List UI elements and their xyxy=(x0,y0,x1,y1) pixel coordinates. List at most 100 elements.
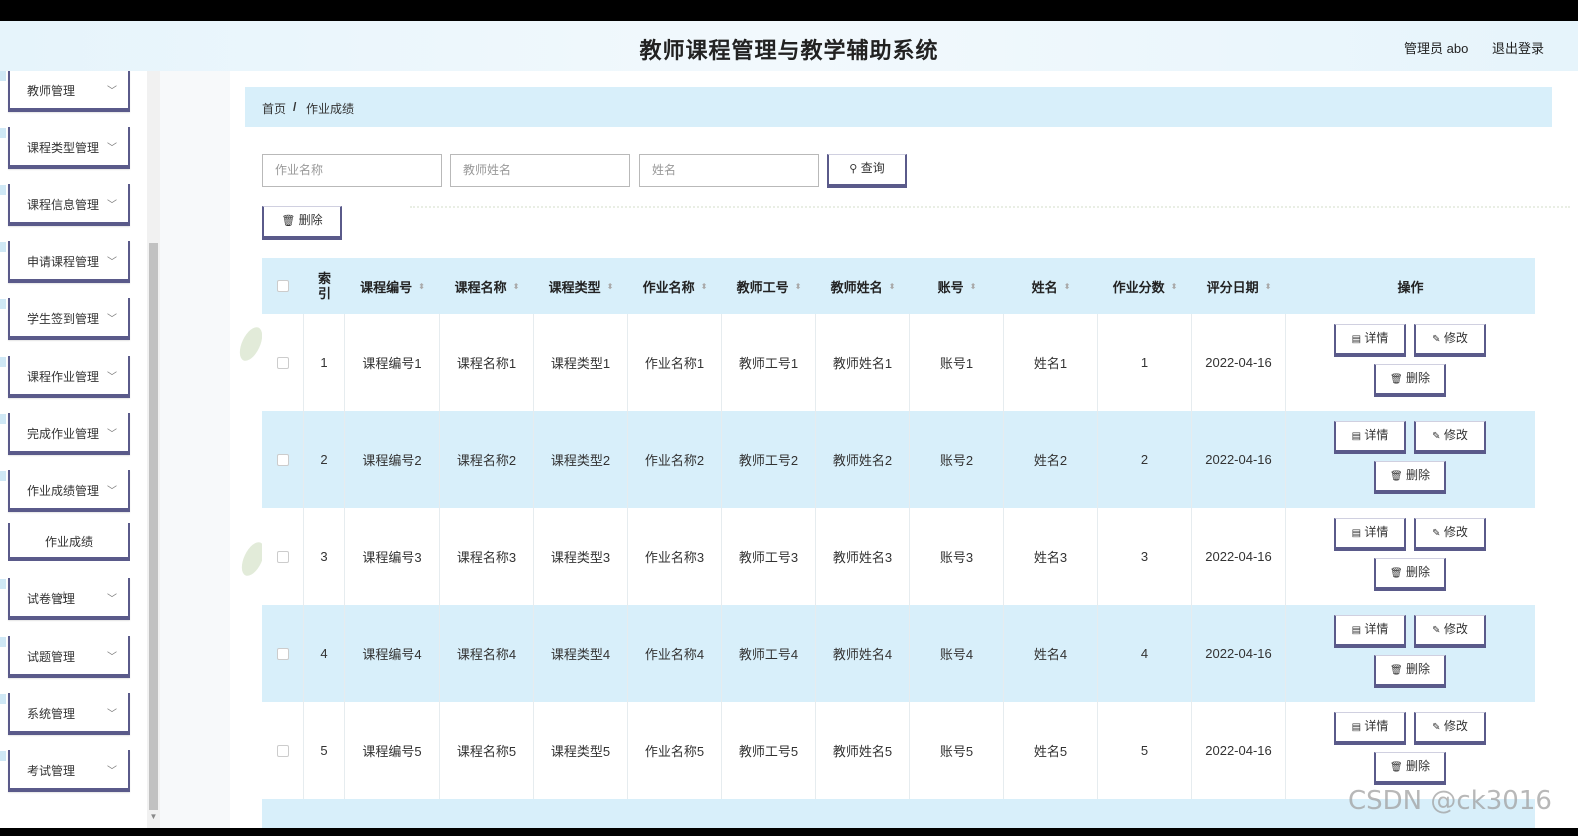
row-checkbox[interactable] xyxy=(276,647,289,660)
column-header-label: 索引 xyxy=(317,271,331,301)
checkbox[interactable] xyxy=(277,280,289,292)
logout-link[interactable]: 退出登录 xyxy=(1492,38,1544,57)
cell-course-no: 课程编号1 xyxy=(345,314,440,411)
sidebar-item-label: 试题管理 xyxy=(27,650,76,664)
sidebar-item-4[interactable]: 学生签到管理 ﹀ xyxy=(8,298,130,340)
cell-course-name: 课程名称5 xyxy=(440,702,534,799)
cell-teacher-no: 教师工号2 xyxy=(722,411,816,508)
student-name-input[interactable]: 姓名 xyxy=(639,154,819,187)
sidebar-item-label: 课程作业管理 xyxy=(27,370,100,384)
sidebar-subitem-label: 作业成绩 xyxy=(44,535,93,549)
row-checkbox-cell xyxy=(262,508,304,605)
edit-button-label: 修改 xyxy=(1443,428,1468,442)
column-header-label: 教师工号 xyxy=(736,279,789,295)
sidebar-accent xyxy=(0,637,6,647)
table-header: 索引 课程编号 ⬍ 课程名称 ⬍ 课程类型 ⬍ 作业名称 ⬍ 教师工号 ⬍ 教师姓名 ⬍ 账号 ⬍ 姓名 ⬍ 作业… xyxy=(262,258,1535,314)
sort-icon[interactable]: ⬍ xyxy=(1265,282,1272,291)
chevron-down-icon: ﹀ xyxy=(107,652,117,663)
sidebar-item-10[interactable]: 系统管理 ﹀ xyxy=(8,693,130,735)
sort-icon[interactable]: ⬍ xyxy=(1171,282,1178,291)
homework-name-input[interactable]: 作业名称 xyxy=(262,154,442,187)
sidebar-item-0[interactable]: 教师管理 ﹀ xyxy=(8,71,130,112)
sort-icon[interactable]: ⬍ xyxy=(607,282,614,291)
teacher-name-input[interactable]: 教师姓名 xyxy=(450,154,630,187)
detail-button[interactable]: ▤ 详情 xyxy=(1334,324,1406,357)
cell-date: 2022-04-16 xyxy=(1192,411,1286,508)
screen-top-border xyxy=(0,0,1578,21)
column-header-label: 作业名称 xyxy=(642,279,695,295)
pencil-icon: ✎ xyxy=(1432,528,1441,539)
sidebar-item-7[interactable]: 作业成绩管理 ﹀ xyxy=(8,470,130,512)
sidebar-subitem-homework-grade[interactable]: 作业成绩 xyxy=(8,523,130,561)
sidebar-item-9[interactable]: 试题管理 ﹀ xyxy=(8,636,130,678)
cell-course-name: 课程名称3 xyxy=(440,508,534,605)
sidebar-item-2[interactable]: 课程信息管理 ﹀ xyxy=(8,184,130,226)
detail-button[interactable]: ▤ 详情 xyxy=(1334,615,1406,648)
detail-button[interactable]: ▤ 详情 xyxy=(1334,518,1406,551)
edit-button[interactable]: ✎ 修改 xyxy=(1414,421,1486,454)
row-checkbox[interactable] xyxy=(276,453,289,466)
sort-icon[interactable]: ⬍ xyxy=(513,282,520,291)
delete-button[interactable]: 🗑 删除 xyxy=(1374,655,1446,688)
cell-account: 账号1 xyxy=(910,314,1004,411)
column-header-label: 操作 xyxy=(1397,279,1424,295)
cell-hw-name: 作业名称4 xyxy=(628,605,722,702)
breadcrumb: 首页 / 作业成绩 xyxy=(245,87,1552,127)
sidebar-item-6[interactable]: 完成作业管理 ﹀ xyxy=(8,413,130,455)
column-header: 课程编号 ⬍ xyxy=(345,258,440,314)
sidebar: 教师管理 ﹀ 课程类型管理 ﹀ 课程信息管理 ﹀ 申请课程管理 ﹀ 学生签到管理 ﹀ 课程作业管理 ﹀… xyxy=(0,71,160,828)
sidebar-item-8[interactable]: 试卷管理 ﹀ xyxy=(8,578,130,620)
sort-icon[interactable]: ⬍ xyxy=(701,282,708,291)
cell-index: 2 xyxy=(304,411,345,508)
cell-course-name: 课程名称1 xyxy=(440,314,534,411)
app-header: 教师课程管理与教学辅助系统 管理员 abo 退出登录 xyxy=(0,21,1578,71)
sidebar-item-label: 试卷管理 xyxy=(27,592,76,606)
delete-button[interactable]: 🗑 删除 xyxy=(1374,364,1446,397)
row-checkbox[interactable] xyxy=(276,550,289,563)
edit-button[interactable]: ✎ 修改 xyxy=(1414,518,1486,551)
delete-button[interactable]: 🗑 删除 xyxy=(1374,752,1446,785)
edit-button-label: 修改 xyxy=(1443,525,1468,539)
delete-button[interactable]: 🗑 删除 xyxy=(1374,558,1446,591)
edit-button[interactable]: ✎ 修改 xyxy=(1414,615,1486,648)
sort-icon[interactable]: ⬍ xyxy=(418,282,425,291)
sidebar-item-5[interactable]: 课程作业管理 ﹀ xyxy=(8,356,130,398)
scroll-down-arrow-icon[interactable]: ▼ xyxy=(149,812,158,824)
edit-button[interactable]: ✎ 修改 xyxy=(1414,712,1486,745)
query-button[interactable]: ⚲ 查询 xyxy=(827,154,907,188)
row-checkbox[interactable] xyxy=(276,744,289,757)
batch-delete-button[interactable]: 🗑 删除 xyxy=(262,206,342,240)
cell-teacher-no: 教师工号4 xyxy=(722,605,816,702)
sidebar-item-1[interactable]: 课程类型管理 ﹀ xyxy=(8,127,130,169)
sort-icon[interactable]: ⬍ xyxy=(1064,282,1071,291)
breadcrumb-home[interactable]: 首页 xyxy=(262,100,286,117)
edit-button[interactable]: ✎ 修改 xyxy=(1414,324,1486,357)
app-title: 教师课程管理与教学辅助系统 xyxy=(639,38,939,63)
select-all-checkbox[interactable] xyxy=(262,258,304,314)
sidebar-accent xyxy=(0,414,6,424)
sidebar-item-3[interactable]: 申请课程管理 ﹀ xyxy=(8,241,130,283)
sort-icon[interactable]: ⬍ xyxy=(795,282,802,291)
chevron-down-icon: ﹀ xyxy=(107,314,117,325)
cell-date: 2022-04-16 xyxy=(1192,508,1286,605)
screen-bottom-border xyxy=(0,828,1578,836)
cell-course-type: 课程类型5 xyxy=(534,702,628,799)
cell-index: 1 xyxy=(304,314,345,411)
column-header-label: 姓名 xyxy=(1031,279,1058,295)
cell-score: 5 xyxy=(1098,702,1192,799)
detail-button[interactable]: ▤ 详情 xyxy=(1334,712,1406,745)
delete-button-label: 删除 xyxy=(1406,759,1431,773)
cell-account: 账号3 xyxy=(910,508,1004,605)
row-checkbox[interactable] xyxy=(276,356,289,369)
sort-icon[interactable]: ⬍ xyxy=(889,282,896,291)
chevron-down-icon: ﹀ xyxy=(107,200,117,211)
detail-button[interactable]: ▤ 详情 xyxy=(1334,421,1406,454)
cell-date: 2022-04-16 xyxy=(1192,702,1286,799)
sidebar-scrollbar-thumb[interactable] xyxy=(149,243,158,810)
sidebar-accent xyxy=(0,579,6,589)
delete-button[interactable]: 🗑 删除 xyxy=(1374,461,1446,494)
breadcrumb-separator: / xyxy=(293,100,297,114)
sidebar-item-11[interactable]: 考试管理 ﹀ xyxy=(8,750,130,792)
sort-icon[interactable]: ⬍ xyxy=(970,282,977,291)
delete-button-label: 删除 xyxy=(1406,371,1431,385)
